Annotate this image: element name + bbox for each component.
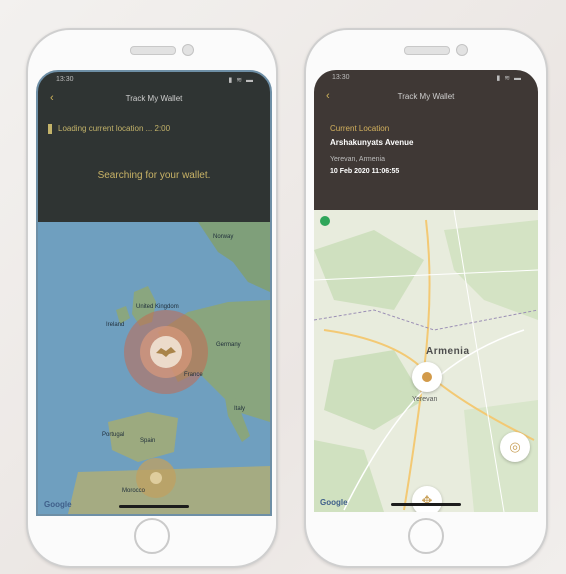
- location-target-icon: ◎: [509, 439, 521, 454]
- map-armenia[interactable]: Armenia Yerevan ◎ ✥ Google: [314, 209, 538, 512]
- city-name: Yerevan, Armenia: [330, 156, 385, 163]
- map-label: Norway: [213, 234, 234, 240]
- map-label: Ireland: [106, 322, 125, 328]
- phone-home-button: [134, 518, 170, 554]
- location-datetime: 10 Feb 2020 11:06:55: [330, 168, 400, 175]
- map-attribution: Google: [44, 500, 72, 509]
- loading-text: Loading current location ... 2:00: [58, 124, 171, 134]
- map-europe[interactable]: Norway United Kingdom Ireland Germany Fr…: [38, 222, 270, 514]
- map-label: France: [184, 372, 203, 378]
- screen-location-found: 13:30 ▮ ≋ ▬ ‹ Track My Wallet Current Lo…: [314, 70, 538, 512]
- wallet-icon: [156, 347, 176, 357]
- map-attribution: Google: [320, 498, 348, 507]
- location-pin-icon: [320, 216, 330, 226]
- phone-left: 13:30 ▮ ≋ ▬ ‹ Track My Wallet Loading cu…: [26, 28, 278, 568]
- searching-message: Searching for your wallet.: [97, 170, 211, 181]
- phone-right: 13:30 ▮ ≋ ▬ ‹ Track My Wallet Current Lo…: [304, 28, 548, 568]
- map-armenia-graphic: [314, 209, 538, 512]
- phone-speaker: [404, 46, 450, 55]
- phone-speaker: [130, 46, 176, 55]
- navigate-button[interactable]: ✥: [412, 486, 442, 512]
- loading-indicator: [48, 124, 52, 134]
- status-bar: 13:30 ▮ ≋ ▬: [38, 76, 270, 88]
- current-location-label: Current Location: [330, 124, 390, 133]
- map-label: United Kingdom: [136, 304, 179, 310]
- map-label: Italy: [234, 406, 246, 412]
- home-indicator: [119, 505, 189, 508]
- map-label: Morocco: [122, 488, 146, 494]
- wallet-location-icon: [422, 372, 432, 382]
- direction-icon: ✥: [421, 493, 433, 508]
- city-label: Yerevan: [412, 396, 438, 403]
- location-details: Current Location Arshakunyats Avenue Yer…: [314, 70, 538, 210]
- wallet-marker[interactable]: [412, 362, 442, 392]
- home-indicator: [391, 503, 461, 506]
- phone-camera: [182, 44, 194, 56]
- loading-status: Loading current location ... 2:00: [48, 124, 170, 134]
- street-name: Arshakunyats Avenue: [330, 138, 414, 147]
- status-time: 13:30: [56, 76, 74, 83]
- map-label: Germany: [216, 342, 241, 348]
- country-label: Armenia: [426, 346, 470, 357]
- phone-home-button: [408, 518, 444, 554]
- map-europe-graphic: [38, 222, 270, 514]
- map-label: Portugal: [102, 432, 125, 438]
- status-icons: ▮ ≋ ▬: [228, 77, 254, 84]
- recenter-button[interactable]: ◎: [500, 432, 530, 462]
- page-title: Track My Wallet: [125, 94, 183, 103]
- phone-camera: [456, 44, 468, 56]
- nav-header: ‹ Track My Wallet: [38, 92, 270, 110]
- screen-searching: 13:30 ▮ ≋ ▬ ‹ Track My Wallet Loading cu…: [36, 70, 272, 516]
- map-label: Spain: [140, 438, 156, 444]
